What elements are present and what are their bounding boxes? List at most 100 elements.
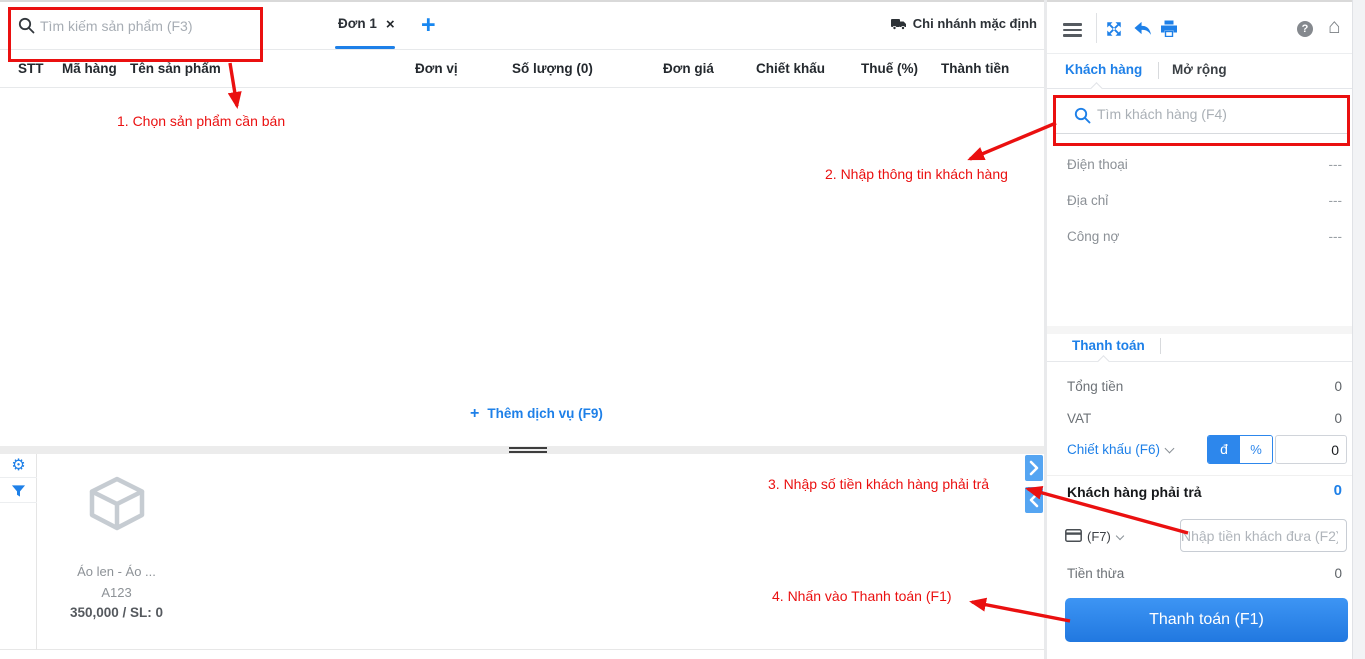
vat-label: VAT — [1067, 411, 1092, 426]
col-ma-hang: Mã hàng — [62, 61, 117, 76]
active-tab-notch — [1090, 82, 1103, 95]
print-icon — [1161, 20, 1177, 38]
filter-button[interactable] — [0, 479, 37, 503]
debt-label: Công nợ — [1067, 229, 1120, 244]
payment-card-icon — [1065, 529, 1082, 542]
menu-icon[interactable] — [1063, 23, 1082, 40]
vat-value: 0 — [1334, 411, 1342, 426]
branch-selector[interactable]: Chi nhánh mặc định — [890, 16, 1037, 31]
address-value: --- — [1328, 193, 1343, 208]
cash-received-input[interactable] — [1180, 519, 1347, 552]
discount-label: Chiết khấu (F6) — [1067, 442, 1161, 457]
order-tab-label: Đơn 1 — [338, 16, 377, 31]
change-label: Tiền thừa — [1067, 566, 1125, 581]
home-button[interactable]: ⌂ — [1328, 15, 1341, 39]
col-don-vi: Đơn vị — [415, 61, 458, 76]
home-icon: ⌂ — [1328, 15, 1341, 38]
discount-dropdown[interactable]: Chiết khấu (F6) — [1067, 442, 1175, 457]
panel-tabs: Khách hàng Mở rộng — [1047, 54, 1352, 95]
active-tab-underline — [335, 46, 395, 49]
pos-screen: Đơn 1 × + Chi nhánh mặc định STT Mã hàng … — [0, 0, 1365, 659]
col-ten-san-pham: Tên sản phẩm — [130, 61, 221, 76]
hairline-divider — [1047, 475, 1352, 476]
phone-label: Điện thoại — [1067, 157, 1128, 172]
undo-button[interactable] — [1133, 20, 1152, 42]
unit-dong-button[interactable]: đ — [1208, 436, 1240, 463]
product-price: 350,000 / SL: 0 — [69, 605, 164, 620]
col-thanh-tien: Thành tiền — [941, 61, 1010, 76]
annotation-step1: 1. Chọn sản phẩm cần bán — [117, 113, 286, 129]
phone-value: --- — [1328, 157, 1343, 172]
search-icon — [18, 17, 35, 34]
add-service-label: Thêm dịch vụ (F9) — [487, 406, 603, 421]
col-so-luong: Số lượng (0) — [512, 61, 593, 76]
checkout-panel: ? ⌂ Khách hàng Mở rộng Điện thoại --- Đị… — [1047, 2, 1352, 659]
branch-label: Chi nhánh mặc định — [912, 16, 1037, 31]
filter-icon — [11, 485, 26, 497]
settings-button[interactable]: ⚙ — [0, 454, 37, 478]
panel-toolbar: ? ⌂ — [1047, 2, 1352, 54]
unit-percent-button[interactable]: % — [1240, 436, 1272, 463]
col-thue: Thuế (%) — [861, 61, 918, 76]
payment-tab-notch — [1097, 355, 1110, 368]
tab-payment[interactable]: Thanh toán — [1072, 338, 1145, 353]
col-stt: STT — [18, 61, 44, 76]
address-label: Địa chỉ — [1067, 193, 1109, 208]
order-area: Đơn 1 × + Chi nhánh mặc định STT Mã hàng … — [0, 2, 1045, 659]
undo-icon — [1134, 21, 1151, 35]
product-grid-panel: ⚙ Áo len - Áo ... A123 350,000 / SL: 0 — [0, 454, 1045, 650]
product-card[interactable]: Áo len - Áo ... A123 350,000 / SL: 0 — [34, 474, 199, 623]
gear-icon: ⚙ — [11, 457, 26, 474]
plus-icon: + — [470, 405, 480, 422]
customer-search-input[interactable] — [1097, 100, 1337, 128]
order-table-header: STT Mã hàng Tên sản phẩm Đơn vị Số lượng… — [0, 50, 1045, 88]
right-edge-strip — [1352, 0, 1365, 659]
section-divider — [1047, 326, 1352, 334]
payment-tab-border — [1047, 361, 1352, 362]
chevron-left-icon — [1029, 492, 1039, 508]
product-code: A123 — [101, 585, 132, 600]
payment-tab-divider — [1160, 338, 1161, 354]
add-service-link[interactable]: + Thêm dịch vụ (F9) — [470, 405, 603, 423]
customer-search-underline — [1053, 133, 1347, 134]
discount-unit-toggle: đ % — [1207, 435, 1273, 464]
tab-customer[interactable]: Khách hàng — [1065, 62, 1142, 77]
toolbar-divider — [1096, 13, 1097, 43]
debt-value: --- — [1328, 229, 1343, 244]
tab-divider — [1158, 62, 1159, 79]
order-topbar: Đơn 1 × + Chi nhánh mặc định — [0, 2, 1045, 50]
panel-resize-handle[interactable] — [0, 446, 1045, 457]
change-value: 0 — [1334, 566, 1342, 581]
fullscreen-icon — [1107, 22, 1121, 36]
total-label: Tổng tiền — [1067, 379, 1124, 394]
product-panel-rail: ⚙ — [0, 454, 37, 650]
customer-pay-label: Khách hàng phải trả — [1067, 484, 1202, 500]
checkout-button[interactable]: Thanh toán (F1) — [1065, 598, 1348, 642]
cube-icon — [89, 476, 144, 531]
add-order-button[interactable]: + — [421, 10, 436, 40]
discount-input[interactable] — [1275, 435, 1347, 464]
tab-order-1[interactable]: Đơn 1 × — [335, 15, 395, 50]
fullscreen-button[interactable] — [1105, 20, 1123, 43]
close-tab-icon[interactable]: × — [386, 16, 395, 33]
chevron-down-icon — [1115, 531, 1125, 541]
col-chiet-khau: Chiết khấu — [756, 61, 826, 76]
product-name: Áo len - Áo ... — [77, 564, 156, 579]
help-button[interactable]: ? — [1297, 21, 1313, 37]
truck-icon — [890, 19, 906, 30]
chevron-down-icon — [1164, 443, 1175, 454]
collapse-left-button[interactable] — [1025, 487, 1043, 513]
tab-extended[interactable]: Mở rộng — [1172, 62, 1227, 77]
question-icon: ? — [1301, 23, 1309, 35]
annotation-step2: 2. Nhập thông tin khách hàng — [825, 166, 1008, 182]
expand-right-button[interactable] — [1025, 455, 1043, 481]
total-value: 0 — [1334, 379, 1342, 394]
customer-pay-value: 0 — [1333, 482, 1342, 499]
payment-method-dropdown[interactable]: (F7) — [1087, 529, 1125, 544]
product-search-input[interactable] — [40, 12, 310, 40]
print-button[interactable] — [1160, 20, 1178, 42]
payment-method-label: (F7) — [1087, 529, 1111, 544]
customer-search-icon — [1074, 107, 1091, 124]
col-don-gia: Đơn giá — [663, 61, 714, 76]
chevron-right-icon — [1029, 460, 1039, 476]
